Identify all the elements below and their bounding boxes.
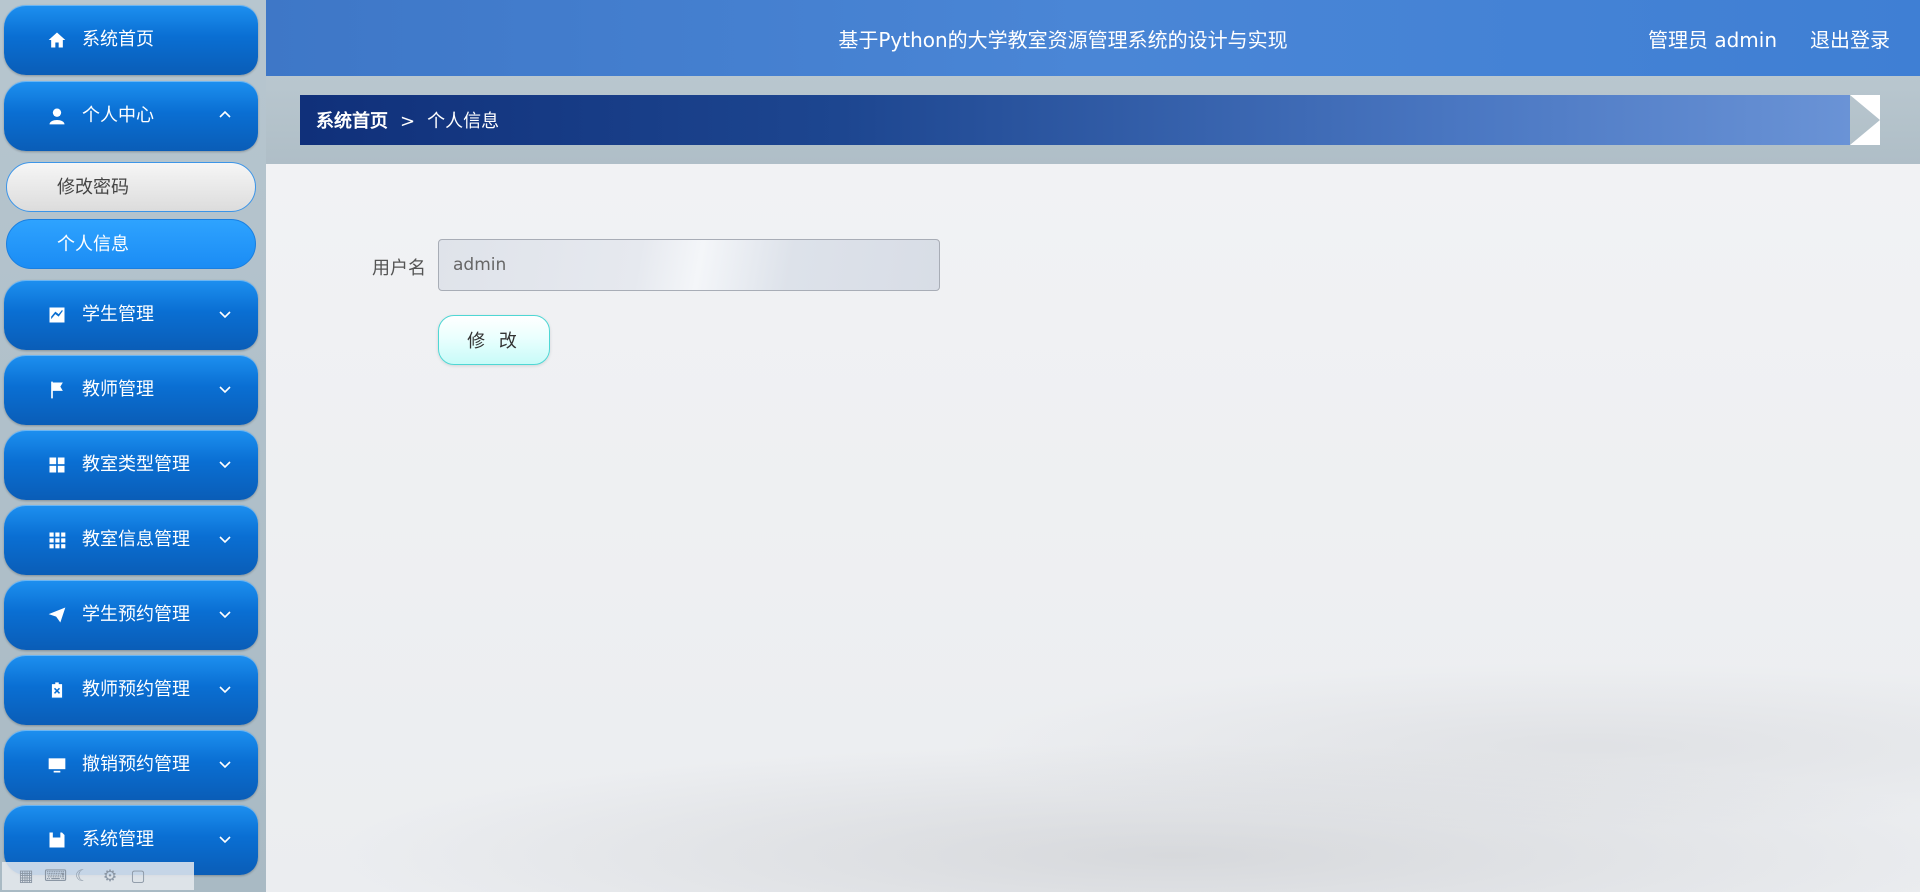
- current-user-label: 管理员 admin: [1647, 28, 1777, 52]
- chart-icon: [46, 304, 68, 326]
- sidebar-item-student-reservation-management[interactable]: 学生预约管理: [4, 580, 258, 650]
- sidebar-item-label: 个人中心: [82, 105, 154, 126]
- chevron-down-icon: [218, 756, 232, 770]
- sidebar-subitem-label: 个人信息: [57, 234, 129, 255]
- input-method-toolbar: ▦ ⌨ ☾ ⚙ ▢: [2, 862, 194, 890]
- sidebar-item-label: 教室类型管理: [82, 454, 190, 475]
- settings-icon[interactable]: ⚙: [100, 866, 120, 886]
- sidebar-item-label: 系统首页: [82, 29, 154, 50]
- monitor-icon: [46, 754, 68, 776]
- chevron-down-icon: [218, 831, 232, 845]
- main-content: 用户名 修 改: [266, 164, 1920, 892]
- edit-button[interactable]: 修 改: [438, 315, 550, 365]
- sidebar-item-label: 教室信息管理: [82, 529, 190, 550]
- breadcrumb-separator: >: [400, 111, 416, 132]
- sidebar-subitem-label: 修改密码: [57, 177, 129, 198]
- sidebar-item-label: 教师管理: [82, 379, 154, 400]
- breadcrumb-arrow-decoration: [1850, 95, 1880, 145]
- sidebar-item-teacher-reservation-management[interactable]: 教师预约管理: [4, 655, 258, 725]
- user-icon: [46, 105, 68, 127]
- breadcrumb-current: 个人信息: [427, 111, 500, 132]
- clipboard-icon: [46, 679, 68, 701]
- sidebar-item-label: 撤销预约管理: [82, 754, 190, 775]
- send-icon: [46, 604, 68, 626]
- sidebar-subitem-personal-info[interactable]: 个人信息: [6, 219, 256, 269]
- chevron-down-icon: [218, 306, 232, 320]
- sidebar-item-label: 教师预约管理: [82, 679, 190, 700]
- username-label: 用户名: [372, 258, 426, 279]
- sidebar-item-personal-center[interactable]: 个人中心: [4, 81, 258, 151]
- chevron-down-icon: [218, 681, 232, 695]
- chevron-down-icon: [218, 456, 232, 470]
- breadcrumb-home-link[interactable]: 系统首页: [316, 111, 388, 132]
- breadcrumb-strip: 系统首页 > 个人信息: [266, 76, 1920, 164]
- expand-icon[interactable]: ▢: [128, 866, 148, 886]
- sidebar-item-home[interactable]: 系统首页: [4, 5, 258, 75]
- chevron-down-icon: [218, 531, 232, 545]
- breadcrumb-text: 系统首页 > 个人信息: [316, 107, 499, 133]
- top-header: 基于Python的大学教室资源管理系统的设计与实现 管理员 admin 退出登录: [266, 0, 1920, 76]
- moon-icon[interactable]: ☾: [72, 866, 92, 886]
- sidebar-item-label: 系统管理: [82, 829, 154, 850]
- keyboard-icon[interactable]: ⌨: [44, 866, 67, 886]
- save-icon: [46, 829, 68, 851]
- sidebar-item-teacher-management[interactable]: 教师管理: [4, 355, 258, 425]
- sidebar-item-cancel-reservation-management[interactable]: 撤销预约管理: [4, 730, 258, 800]
- chevron-down-icon: [218, 381, 232, 395]
- sidebar-item-classroom-type-management[interactable]: 教室类型管理: [4, 430, 258, 500]
- sidebar: 系统首页 个人中心 修改密码 个人信息 学生管理 教师管理 教室类型管理 教室信…: [0, 0, 266, 892]
- breadcrumb: 系统首页 > 个人信息: [300, 95, 1850, 145]
- sidebar-item-classroom-info-management[interactable]: 教室信息管理: [4, 505, 258, 575]
- flag-icon: [46, 379, 68, 401]
- apps-icon: [46, 529, 68, 551]
- username-input[interactable]: [438, 239, 940, 291]
- sidebar-item-student-management[interactable]: 学生管理: [4, 280, 258, 350]
- sidebar-item-label: 学生预约管理: [82, 604, 190, 625]
- sidebar-subitem-change-password[interactable]: 修改密码: [6, 162, 256, 212]
- grid-icon: [46, 454, 68, 476]
- grid-icon[interactable]: ▦: [16, 866, 36, 886]
- home-icon: [46, 29, 68, 51]
- chevron-up-icon: [218, 107, 232, 121]
- sidebar-item-label: 学生管理: [82, 304, 154, 325]
- logout-link[interactable]: 退出登录: [1810, 24, 1890, 53]
- chevron-down-icon: [218, 606, 232, 620]
